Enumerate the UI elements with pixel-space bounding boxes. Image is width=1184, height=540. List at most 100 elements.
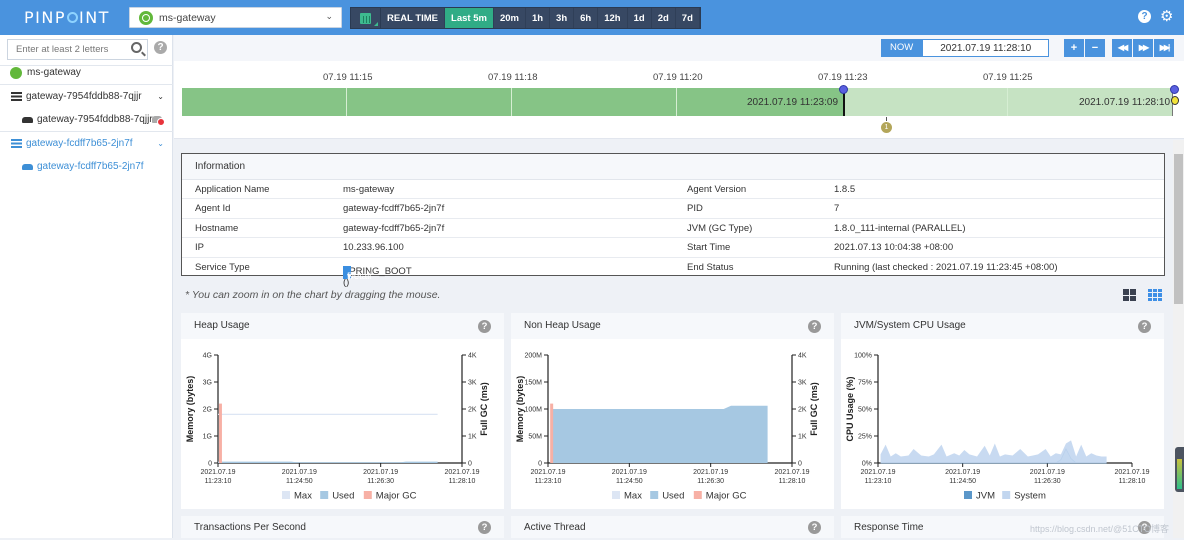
selection-end-knob[interactable] <box>1170 85 1179 94</box>
legend-swatch <box>693 491 702 499</box>
current-time-marker <box>1171 96 1179 105</box>
application-name: ms-gateway <box>27 67 81 78</box>
y2-tick-label: 2K <box>798 407 807 414</box>
agent-group-item[interactable]: gateway-7954fddb88-7qjjr ⌄ <box>0 85 173 108</box>
grid-2x2-icon[interactable] <box>1123 289 1136 301</box>
time-option-1h[interactable]: 1h <box>526 8 551 28</box>
time-option-20m[interactable]: 20m <box>494 8 526 28</box>
info-value: 1.8.5 <box>834 184 856 195</box>
timeline-bar[interactable]: 2021.07.19 11:23:09 2021.07.19 11:28:10 <box>182 88 1173 116</box>
agent-group-item-selected[interactable]: gateway-fcdff7b65-2jn7f ⌄ <box>0 132 173 155</box>
settings-button[interactable]: ⚙ <box>1160 9 1176 26</box>
help-button[interactable]: ? <box>1138 10 1154 26</box>
y-tick-label: 150M <box>524 380 542 387</box>
current-time-input[interactable] <box>922 39 1050 57</box>
agent-search-input[interactable] <box>8 40 118 59</box>
agent-instance-item-selected[interactable]: gateway-fcdff7b65-2jn7f <box>0 155 173 178</box>
x-tick-label: 2021.07.19 <box>1030 469 1065 476</box>
time-option-6h[interactable]: 6h <box>574 8 599 28</box>
selection-start-knob[interactable] <box>839 85 848 94</box>
legend-label: System <box>1014 491 1046 502</box>
timeline-tick: 07.19 11:20 <box>653 72 703 83</box>
y2-tick-label: 4K <box>798 353 807 360</box>
chevron-down-icon[interactable]: ⌄ <box>157 92 164 101</box>
grid-3x3-icon[interactable] <box>1148 289 1162 301</box>
watermark-text: https://blog.csdn.net/@51CTO博客 <box>1030 524 1170 534</box>
pinpoint-logo[interactable]: PINP INT <box>24 8 110 27</box>
y-axis-label: Memory (bytes) <box>515 376 525 443</box>
selected-application: ms-gateway <box>159 12 216 24</box>
heap-usage-chart[interactable]: 0 1G 2G 3G 4G 0 1K 2K 3K 4K Full GC (ms) Memory (by… <box>181 339 504 509</box>
legend-label: JVM <box>976 491 995 502</box>
help-icon[interactable]: ? <box>478 320 491 333</box>
time-option-2d[interactable]: 2d <box>652 8 676 28</box>
info-label: End Status <box>687 261 734 273</box>
help-icon[interactable]: ? <box>154 41 167 54</box>
info-label: JVM (GC Type) <box>687 222 753 234</box>
y2-tick-label: 1K <box>798 434 807 441</box>
y-tick-label: 50% <box>858 407 872 414</box>
application-item[interactable]: ms-gateway <box>0 61 173 84</box>
rewind-icon: ◀◀ <box>1117 43 1128 52</box>
agent-instance-item[interactable]: gateway-7954fddb88-7qjjr <box>0 108 173 131</box>
x-tick-label: 2021.07.19 <box>444 469 479 476</box>
time-option-3h[interactable]: 3h <box>550 8 575 28</box>
legend-label: Major GC <box>376 491 417 502</box>
move-prev-button[interactable]: ◀◀ <box>1112 39 1132 57</box>
agent-group-name: gateway-7954fddb88-7qjjr <box>26 91 142 102</box>
y2-tick-label: 4K <box>468 353 477 360</box>
information-title: Information <box>182 154 1164 180</box>
zoom-out-button[interactable]: − <box>1085 39 1105 57</box>
y-tick-label: 4G <box>203 353 212 360</box>
server-icon <box>11 92 22 101</box>
agent-timeline[interactable]: 07.19 11:15 07.19 11:18 07.19 11:20 07.1… <box>174 61 1184 139</box>
time-option-last-5m[interactable]: Last 5m <box>445 8 494 28</box>
non-heap-usage-chart[interactable]: 0 50M 100M 150M 200M 0 1K 2K 3K 4K Full GC (ms) Mem… <box>511 339 834 509</box>
heap-usage-panel: Heap Usage? 0 1G 2G 3G 4G 0 1K 2K 3K 4K Full GC (m… <box>181 313 504 509</box>
move-next-button[interactable]: ▶▶ <box>1133 39 1153 57</box>
legend-label: Max <box>294 491 312 502</box>
search-icon[interactable] <box>131 42 142 53</box>
x-tick-label: 11:26:30 <box>367 478 394 485</box>
legend-swatch <box>363 491 372 499</box>
timeline-connected-segment <box>182 88 843 116</box>
scrollbar-thumb[interactable] <box>1174 154 1183 304</box>
detail-dropdown-button[interactable]: Detail ▾ <box>343 265 371 282</box>
cpu-usage-chart[interactable]: 0% 25% 50% 75% 100% CPU Usage (%) 2021.07.19 11… <box>841 339 1164 509</box>
chevron-down-icon[interactable]: ⌄ <box>157 139 164 148</box>
panel-title: Heap Usage <box>194 320 250 331</box>
agent-icon <box>22 116 33 123</box>
spring-boot-icon <box>10 66 22 79</box>
time-range-selector: REAL TIME Last 5m 20m 1h 3h 6h 12h 1d 2d… <box>350 7 701 29</box>
info-label: IP <box>195 242 204 254</box>
y2-tick-label: 3K <box>798 380 807 387</box>
zoom-in-button[interactable]: + <box>1064 39 1084 57</box>
help-icon[interactable]: ? <box>808 320 821 333</box>
now-button[interactable]: NOW <box>881 39 923 57</box>
x-tick-label: 2021.07.19 <box>282 469 317 476</box>
application-selector[interactable]: ms-gateway ⌄ <box>129 7 342 28</box>
calendar-button[interactable] <box>351 8 381 28</box>
legend-swatch <box>964 491 972 499</box>
agent-instance-name: gateway-7954fddb88-7qjjr <box>37 114 153 125</box>
timeline-tick: 07.19 11:15 <box>323 72 373 83</box>
help-icon[interactable]: ? <box>1138 320 1151 333</box>
y2-tick-label: 0 <box>468 461 472 468</box>
timeline-tick: 07.19 11:18 <box>488 72 538 83</box>
y-tick-label: 2G <box>203 407 212 414</box>
x-tick-label: 11:28:10 <box>449 478 476 485</box>
help-icon: ? <box>1138 10 1151 23</box>
move-latest-button[interactable]: ▶▶| <box>1154 39 1174 57</box>
x-tick-label: 11:23:10 <box>865 478 892 485</box>
time-option-7d[interactable]: 7d <box>676 8 700 28</box>
time-option-real-time[interactable]: REAL TIME <box>381 8 446 28</box>
legend-swatch <box>650 491 659 499</box>
time-option-1d[interactable]: 1d <box>628 8 652 28</box>
floating-widget[interactable] <box>1175 447 1184 492</box>
panel-title: Non Heap Usage <box>524 320 601 331</box>
event-marker[interactable]: 1 <box>881 122 892 133</box>
time-option-12h[interactable]: 12h <box>598 8 628 28</box>
help-icon[interactable]: ? <box>478 521 491 534</box>
help-icon[interactable]: ? <box>808 521 821 534</box>
info-value: Running (last checked : 2021.07.19 11:23… <box>834 261 1058 273</box>
